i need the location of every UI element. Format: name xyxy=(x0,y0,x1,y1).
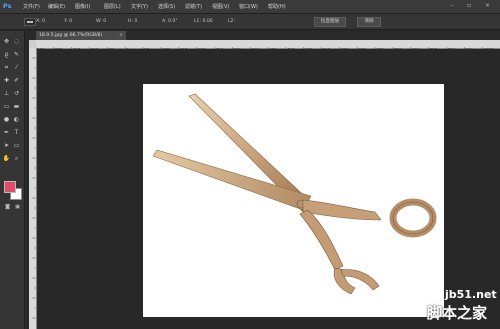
menu-view[interactable]: 视图(V) xyxy=(212,3,229,10)
ruler-origin[interactable] xyxy=(29,40,36,48)
angle-readout: A: 0.0° xyxy=(162,19,178,24)
photoshop-window: Ps 文件(F) 编辑(E) 图像(I) 图层(L) 文字(Y) 选择(S) 滤… xyxy=(0,0,500,329)
h-readout: H: 0 xyxy=(128,19,138,24)
l2-readout: L2: xyxy=(228,19,236,24)
document-image[interactable] xyxy=(143,84,444,317)
l1-readout: L1: 0.00 xyxy=(194,19,213,24)
tools-panel: ✥ ◌ ϱ ✎ ⌗ ⁄ ✚ ✐ ⊥ ↺ ▭ ▬ ● ◐ ✒ T ➤ ▭ ✋ ⌕ … xyxy=(0,31,25,329)
clear-button[interactable]: 清除 xyxy=(357,17,381,27)
menu-filter[interactable]: 滤镜(T) xyxy=(185,3,202,10)
lasso-tool-icon[interactable]: ϱ xyxy=(2,50,11,59)
menu-help[interactable]: 帮助(H) xyxy=(268,3,286,10)
watermark-name: 脚本之家 xyxy=(427,304,488,322)
hand-tool-icon[interactable]: ✋ xyxy=(2,154,11,163)
menu-bar: Ps 文件(F) 编辑(E) 图像(I) 图层(L) 文字(Y) 选择(S) 滤… xyxy=(0,0,500,14)
menu-select[interactable]: 选择(S) xyxy=(158,3,175,10)
vertical-ruler-ticks xyxy=(32,57,36,319)
close-icon[interactable]: × xyxy=(119,31,123,40)
menu-file[interactable]: 文件(F) xyxy=(23,3,40,10)
quick-select-tool-icon[interactable]: ✎ xyxy=(12,50,21,59)
pen-tool-icon[interactable]: ✒ xyxy=(2,128,11,137)
menu-image[interactable]: 图像(I) xyxy=(75,3,90,10)
quick-mask-icon[interactable]: ◙ xyxy=(3,203,12,212)
zoom-tool-icon[interactable]: ⌕ xyxy=(12,154,21,163)
menu-edit[interactable]: 编辑(E) xyxy=(48,3,65,10)
ruler-icon[interactable] xyxy=(24,18,36,26)
menu-layer[interactable]: 图层(L) xyxy=(104,3,121,10)
screen-mode-icon[interactable]: ▣ xyxy=(13,203,22,212)
foreground-color-swatch[interactable] xyxy=(4,181,16,193)
blur-tool-icon[interactable]: ● xyxy=(2,115,11,124)
move-tool-icon[interactable]: ✥ xyxy=(2,37,11,46)
gradient-tool-icon[interactable]: ▬ xyxy=(12,102,21,111)
options-bar: X: 0 Y: 0 W: 0 H: 0 A: 0.0° L1: 0.00 L2:… xyxy=(0,14,500,30)
clone-stamp-tool-icon[interactable]: ⊥ xyxy=(2,89,11,98)
window-controls[interactable]: – ▫ × xyxy=(450,2,496,9)
type-tool-icon[interactable]: T xyxy=(12,128,21,137)
document-tab-title: 18.9.5.jpg @ 66.7%(RGB/8) xyxy=(39,33,103,38)
eraser-tool-icon[interactable]: ▭ xyxy=(2,102,11,111)
watermark: jb51.net 脚本之家 xyxy=(405,287,500,327)
watermark-site: jb51.net xyxy=(445,288,497,301)
w-readout: W: 0 xyxy=(96,19,107,24)
marquee-tool-icon[interactable]: ◌ xyxy=(12,37,21,46)
spot-heal-tool-icon[interactable]: ✚ xyxy=(2,76,11,85)
menu-type[interactable]: 文字(Y) xyxy=(131,3,148,10)
shape-tool-icon[interactable]: ▭ xyxy=(12,141,21,150)
history-brush-tool-icon[interactable]: ↺ xyxy=(12,89,21,98)
x-readout: X: 0 xyxy=(36,19,46,24)
eyedropper-tool-icon[interactable]: ⁄ xyxy=(12,63,21,72)
vertical-ruler[interactable] xyxy=(29,48,37,329)
horizontal-ruler[interactable]: 2502001501005005010015020025030035040045… xyxy=(35,40,500,55)
photoshop-logo: Ps xyxy=(3,2,12,10)
scissors-photo xyxy=(152,93,437,295)
y-readout: Y: 0 xyxy=(64,19,73,24)
path-select-tool-icon[interactable]: ➤ xyxy=(2,141,11,150)
straighten-layer-button[interactable]: 拉直图层 xyxy=(314,17,346,27)
dodge-tool-icon[interactable]: ◐ xyxy=(12,115,21,124)
crop-tool-icon[interactable]: ⌗ xyxy=(2,63,11,72)
brush-tool-icon[interactable]: ✐ xyxy=(12,76,21,85)
document-tab[interactable]: 18.9.5.jpg @ 66.7%(RGB/8) × xyxy=(36,31,126,40)
menu-window[interactable]: 窗口(W) xyxy=(239,3,258,10)
